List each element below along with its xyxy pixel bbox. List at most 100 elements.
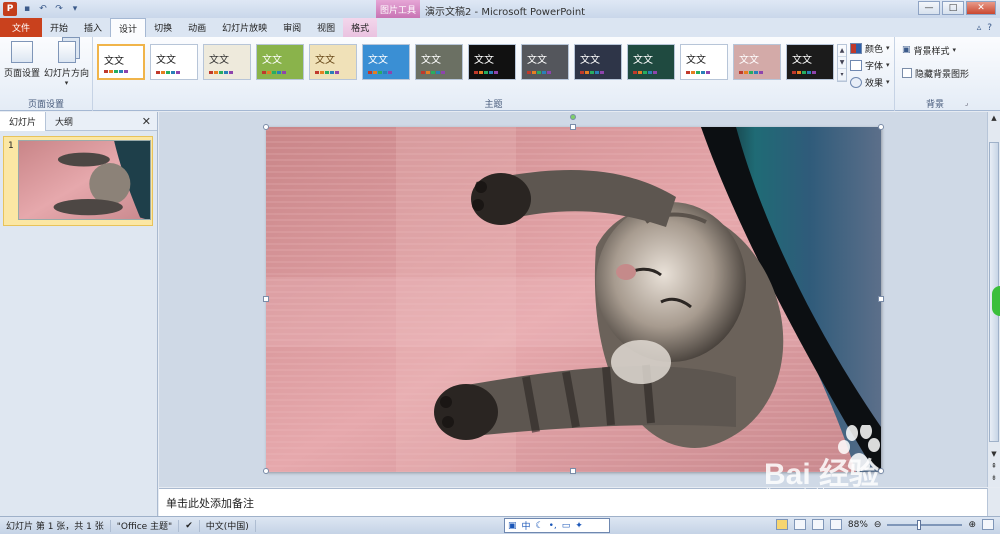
theme-thumbnail[interactable]: 文文 [786,44,834,80]
moon-icon[interactable]: ☾ [536,521,544,531]
theme-thumbnail[interactable]: 文文 [574,44,622,80]
gallery-more-icon[interactable]: ▾ [838,69,846,81]
slide-thumbnail-1[interactable]: 1 [3,136,153,226]
zoom-level[interactable]: 88% [848,520,868,530]
previous-slide-icon[interactable]: ⇞ [988,462,1000,470]
theme-thumbnail[interactable]: 文文 [256,44,304,80]
spellcheck-icon[interactable]: ✔ [179,519,200,532]
theme-thumbnail[interactable]: 文文 [150,44,198,80]
slide-thumbnail-image [18,140,151,220]
effects-icon [850,76,862,88]
theme-color-swatches [474,71,498,74]
theme-color-swatches [527,71,551,74]
language-status[interactable]: 中文(中国) [200,519,256,532]
tab-view[interactable]: 视图 [309,18,343,37]
notes-placeholder[interactable]: 单击此处添加备注 [166,495,254,511]
customize-toolbar-icon[interactable]: ▾ [69,3,81,15]
theme-thumbnail[interactable]: 文文 [97,44,145,80]
window-title: 演示文稿2 - Microsoft PowerPoint [425,7,586,18]
gallery-up-icon[interactable]: ▲ [838,45,846,57]
ime-settings-icon[interactable]: ✦ [575,521,583,531]
next-slide-icon[interactable]: ⇟ [988,474,1000,482]
theme-sample-text: 文文 [209,55,229,66]
zoom-slider-thumb[interactable] [917,519,922,530]
close-panel-icon[interactable]: ✕ [142,115,151,128]
theme-color-swatches [104,70,128,73]
fit-to-window-button[interactable] [982,519,994,530]
hide-background-checkbox[interactable]: 隐藏背景图形 [902,66,969,80]
notes-scrollbar[interactable] [987,488,1000,516]
keyboard-icon[interactable]: ▭ [562,521,571,531]
background-styles-button[interactable]: ▣ 背景样式 ▾ [902,43,969,57]
tab-animations[interactable]: 动画 [180,18,214,37]
theme-thumbnail[interactable]: 文文 [203,44,251,80]
resize-handle[interactable] [263,124,269,130]
redo-icon[interactable]: ↷ [53,3,65,15]
tab-format[interactable]: 格式 [343,18,378,37]
reading-view-button[interactable] [811,519,824,530]
tab-transitions[interactable]: 切换 [146,18,180,37]
tab-file[interactable]: 文件 [0,18,43,37]
theme-color-swatches [262,71,286,74]
checkbox-icon[interactable] [902,68,912,78]
ime-mode[interactable]: 中 [522,519,531,532]
theme-thumbnail[interactable]: 文文 [627,44,675,80]
resize-handle[interactable] [570,468,576,474]
ime-logo-icon[interactable]: ▣ [508,521,517,531]
tab-review[interactable]: 审阅 [275,18,309,37]
scroll-up-icon[interactable]: ▲ [988,114,1000,122]
tab-slideshow[interactable]: 幻灯片放映 [214,18,275,37]
tab-design[interactable]: 设计 [110,18,147,37]
powerpoint-logo-icon[interactable]: P [3,2,17,16]
normal-view-button[interactable] [775,519,788,530]
theme-thumbnail[interactable]: 文文 [309,44,357,80]
theme-thumbnail[interactable]: 文文 [468,44,516,80]
dialog-launcher-icon[interactable]: ⌟ [965,99,968,107]
slide-canvas[interactable] [266,127,881,472]
theme-thumbnail[interactable]: 文文 [362,44,410,80]
help-icon[interactable]: ? [987,23,992,33]
zoom-slider[interactable] [887,519,963,530]
theme-fonts-button[interactable]: 字体 ▾ [850,58,890,72]
resize-handle[interactable] [570,124,576,130]
maximize-button[interactable]: □ [942,1,964,15]
theme-sample-text: 文文 [315,55,335,66]
resize-handle[interactable] [263,296,269,302]
collapse-ribbon-icon[interactable]: ▵ [977,23,982,33]
theme-thumbnail[interactable]: 文文 [415,44,463,80]
undo-icon[interactable]: ↶ [37,3,49,15]
save-icon[interactable]: ▪ [21,3,33,15]
slide-orientation-button[interactable]: 幻灯片方向 ▾ [44,41,89,87]
scroll-down-icon[interactable]: ▼ [988,450,1000,458]
cat-photo-image[interactable] [266,127,881,472]
slide-sorter-button[interactable] [793,519,806,530]
theme-status[interactable]: "Office 主题" [111,519,180,532]
zoom-in-icon[interactable]: ⊕ [968,520,976,530]
theme-effects-button[interactable]: 效果 ▾ [850,75,890,89]
theme-thumbnail[interactable]: 文文 [521,44,569,80]
theme-thumbnail[interactable]: 文文 [733,44,781,80]
baidu-watermark: Bai 经验 jingyan.baidu.com [760,423,980,515]
theme-colors-button[interactable]: 颜色 ▾ [850,41,890,55]
tab-outline[interactable]: 大纲 [46,112,82,131]
minimize-button[interactable]: — [918,1,940,15]
punctuation-icon[interactable]: •, [549,521,557,531]
background-styles-icon: ▣ [902,45,911,55]
theme-color-swatches [739,71,763,74]
theme-color-swatches [156,71,180,74]
theme-thumbnail[interactable]: 文文 [680,44,728,80]
tab-home[interactable]: 开始 [42,18,76,37]
page-setup-button[interactable]: 页面设置 [4,41,40,79]
resize-handle[interactable] [878,124,884,130]
slideshow-button[interactable] [829,519,842,530]
close-button[interactable]: ✕ [966,1,996,15]
tab-slides[interactable]: 幻灯片 [0,111,47,131]
resize-handle[interactable] [263,468,269,474]
ime-toolbar[interactable]: ▣ 中 ☾ •, ▭ ✦ [504,518,610,533]
theme-sample-text: 文文 [368,55,388,66]
zoom-out-icon[interactable]: ⊖ [874,520,882,530]
tab-insert[interactable]: 插入 [76,18,110,37]
gallery-down-icon[interactable]: ▼ [838,57,846,69]
resize-handle[interactable] [878,296,884,302]
rotate-handle[interactable] [570,114,576,120]
